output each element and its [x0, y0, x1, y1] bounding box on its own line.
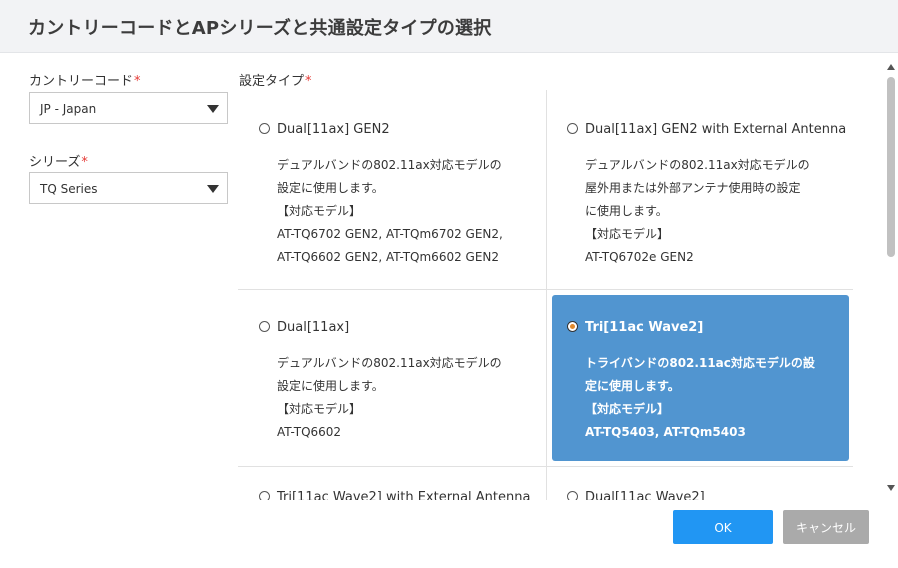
series-label-text: シリーズ [29, 155, 81, 170]
description-line: AT-TQ6702 GEN2, AT-TQm6702 GEN2, [277, 227, 503, 241]
scroll-down-icon[interactable] [887, 485, 895, 491]
series-select[interactable]: TQ Series [29, 172, 228, 204]
description-line: 【対応モデル】 [277, 402, 362, 416]
country-code-label-text: カントリーコード [29, 74, 134, 89]
description-line: トライバンドの802.11ac対応モデルの設 [585, 356, 815, 370]
option-dual-11ax[interactable]: Dual[11ax] デュアルバンドの802.11ax対応モデルの 設定に使用し… [251, 295, 548, 461]
option-description: トライバンドの802.11ac対応モデルの設 定に使用します。 【対応モデル】 … [585, 352, 815, 444]
row-divider [238, 289, 853, 290]
description-line: 【対応モデル】 [277, 204, 362, 218]
description-line: 【対応モデル】 [585, 227, 670, 241]
chevron-down-icon [207, 105, 219, 113]
description-line: に使用します。 [585, 204, 668, 218]
cancel-button[interactable]: キャンセル [783, 510, 869, 544]
description-line: 設定に使用します。 [277, 181, 384, 195]
option-title: Dual[11ac Wave2] [585, 490, 705, 500]
radio-button[interactable] [259, 123, 270, 134]
description-line: 定に使用します。 [585, 379, 680, 393]
country-code-label: カントリーコード* [29, 70, 141, 89]
setting-type-label: 設定タイプ* [239, 70, 312, 89]
option-tri-11ac-wave2[interactable]: Tri[11ac Wave2] トライバンドの802.11ac対応モデルの設 定… [552, 295, 849, 461]
option-description: デュアルバンドの802.11ax対応モデルの 設定に使用します。 【対応モデル】… [277, 352, 502, 444]
radio-button[interactable] [259, 491, 270, 500]
description-line: デュアルバンドの802.11ax対応モデルの [585, 158, 810, 172]
description-line: AT-TQ6602 GEN2, AT-TQm6602 GEN2 [277, 250, 500, 264]
radio-button[interactable] [259, 321, 270, 332]
ok-button[interactable]: OK [673, 510, 773, 544]
required-mark: * [81, 155, 88, 170]
scroll-up-icon[interactable] [887, 64, 895, 70]
country-code-select[interactable]: JP - Japan [29, 92, 228, 124]
option-title: Dual[11ax] GEN2 with External Antenna [585, 122, 847, 137]
option-description: デュアルバンドの802.11ax対応モデルの 設定に使用します。 【対応モデル】… [277, 154, 503, 269]
radio-button-selected[interactable] [567, 321, 578, 332]
series-label: シリーズ* [29, 151, 88, 170]
setting-type-label-text: 設定タイプ [239, 74, 305, 89]
option-tri-11ac-wave2-external-antenna[interactable]: Tri[11ac Wave2] with External Antenna [251, 465, 548, 500]
series-value: TQ Series [40, 182, 98, 196]
country-code-value: JP - Japan [40, 102, 97, 116]
description-line: AT-TQ6702e GEN2 [585, 250, 694, 264]
option-title: Dual[11ax] [277, 320, 350, 335]
option-dual-11ax-gen2-external-antenna[interactable]: Dual[11ax] GEN2 with External Antenna デュ… [559, 97, 856, 267]
option-title: Tri[11ac Wave2] with External Antenna [277, 490, 531, 500]
description-line: 設定に使用します。 [277, 379, 384, 393]
required-mark: * [305, 74, 312, 89]
required-mark: * [134, 74, 141, 89]
scroll-thumb[interactable] [887, 77, 895, 257]
option-description: デュアルバンドの802.11ax対応モデルの 屋外用または外部アンテナ使用時の設… [585, 154, 810, 269]
option-title: Dual[11ax] GEN2 [277, 122, 390, 137]
description-line: AT-TQ5403, AT-TQm5403 [585, 425, 746, 439]
description-line: デュアルバンドの802.11ax対応モデルの [277, 158, 502, 172]
option-dual-11ac-wave2[interactable]: Dual[11ac Wave2] [559, 465, 856, 500]
radio-button[interactable] [567, 123, 578, 134]
description-line: AT-TQ6602 [277, 425, 342, 439]
option-dual-11ax-gen2[interactable]: Dual[11ax] GEN2 デュアルバンドの802.11ax対応モデルの 設… [251, 97, 548, 267]
vertical-scrollbar[interactable] [884, 60, 898, 496]
dialog-title: カントリーコードとAPシリーズと共通設定タイプの選択 [28, 18, 492, 39]
chevron-down-icon [207, 185, 219, 193]
setting-type-options: Dual[11ax] GEN2 デュアルバンドの802.11ax対応モデルの 設… [238, 90, 860, 500]
dialog-header: カントリーコードとAPシリーズと共通設定タイプの選択 [0, 0, 898, 53]
option-title: Tri[11ac Wave2] [585, 320, 704, 335]
radio-button[interactable] [567, 491, 578, 500]
description-line: 【対応モデル】 [585, 402, 670, 416]
description-line: 屋外用または外部アンテナ使用時の設定 [585, 181, 801, 195]
description-line: デュアルバンドの802.11ax対応モデルの [277, 356, 502, 370]
